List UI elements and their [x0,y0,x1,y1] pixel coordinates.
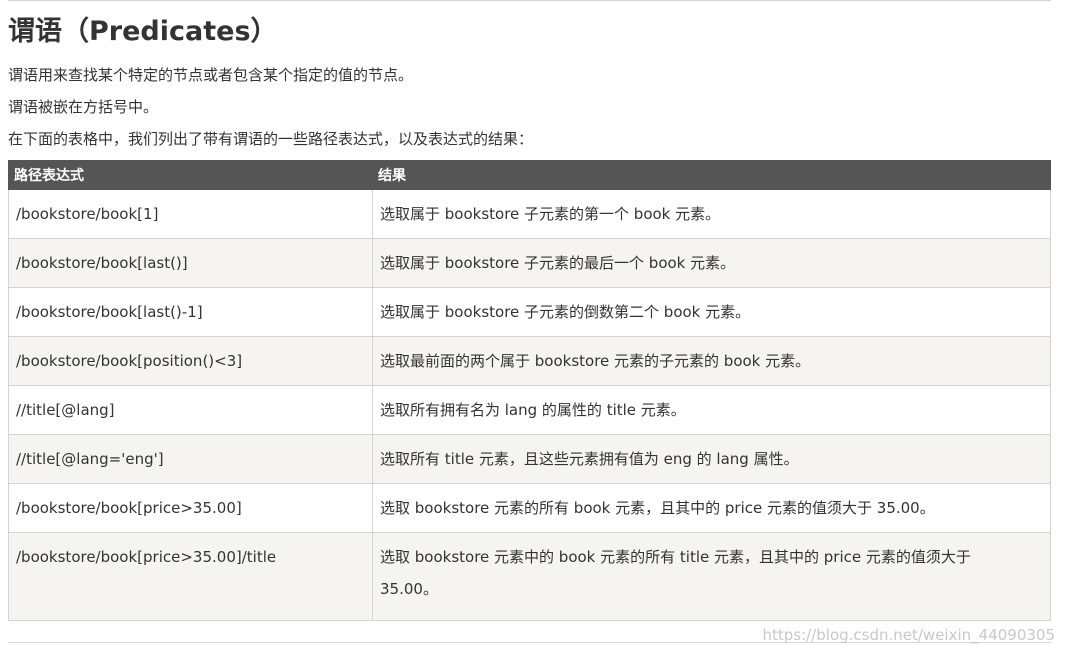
intro-paragraph-1: 谓语用来查找某个特定的节点或者包含某个指定的值的节点。 [8,66,414,84]
top-divider [8,0,1051,1]
expression-cell: //title[@lang] [8,385,373,435]
expression-cell: /bookstore/book[last()-1] [8,287,373,337]
watermark: https://blog.csdn.net/weixin_44090305 [762,626,1055,644]
result-cell: 选取最前面的两个属于 bookstore 元素的子元素的 book 元素。 [372,336,1051,386]
table-row: /bookstore/book[position()<3] 选取最前面的两个属于… [8,336,1051,386]
expression-cell: /bookstore/book[position()<3] [8,336,373,386]
result-cell: 选取所有拥有名为 lang 的属性的 title 元素。 [372,385,1051,435]
expression-cell: /bookstore/book[last()] [8,238,373,288]
expression-cell: /bookstore/book[price>35.00] [8,483,373,533]
predicate-table: 路径表达式 结果 /bookstore/book[1] 选取属于 booksto… [8,160,1051,621]
header-result: 结果 [372,160,1051,190]
intro-paragraph-2: 谓语被嵌在方括号中。 [8,98,159,116]
result-line: 选取 bookstore 元素中的 book 元素的所有 title 元素，且其… [380,548,971,566]
table-row: /bookstore/book[1] 选取属于 bookstore 子元素的第一… [8,189,1051,239]
result-cell: 选取 bookstore 元素中的 book 元素的所有 title 元素，且其… [372,532,1051,621]
table-header-row: 路径表达式 结果 [8,160,1051,190]
result-cell: 选取 bookstore 元素的所有 book 元素，且其中的 price 元素… [372,483,1051,533]
table-row: /bookstore/book[price>35.00] 选取 bookstor… [8,483,1051,533]
table-row: //title[@lang='eng'] 选取所有 title 元素，且这些元素… [8,434,1051,484]
table-row: /bookstore/book[price>35.00]/title 选取 bo… [8,532,1051,621]
page-title: 谓语（Predicates） [8,16,278,47]
table-row: /bookstore/book[last()] 选取属于 bookstore 子… [8,238,1051,288]
table-row: /bookstore/book[last()-1] 选取属于 bookstore… [8,287,1051,337]
result-line: 35.00。 [380,580,438,598]
result-cell: 选取所有 title 元素，且这些元素拥有值为 eng 的 lang 属性。 [372,434,1051,484]
expression-cell: /bookstore/book[1] [8,189,373,239]
header-path-expression: 路径表达式 [8,160,373,190]
result-cell: 选取属于 bookstore 子元素的倒数第二个 book 元素。 [372,287,1051,337]
table-row: //title[@lang] 选取所有拥有名为 lang 的属性的 title … [8,385,1051,435]
intro-paragraph-3: 在下面的表格中，我们列出了带有谓语的一些路径表达式，以及表达式的结果： [8,130,534,148]
expression-cell: /bookstore/book[price>35.00]/title [8,532,373,621]
result-cell: 选取属于 bookstore 子元素的第一个 book 元素。 [372,189,1051,239]
expression-cell: //title[@lang='eng'] [8,434,373,484]
result-cell: 选取属于 bookstore 子元素的最后一个 book 元素。 [372,238,1051,288]
